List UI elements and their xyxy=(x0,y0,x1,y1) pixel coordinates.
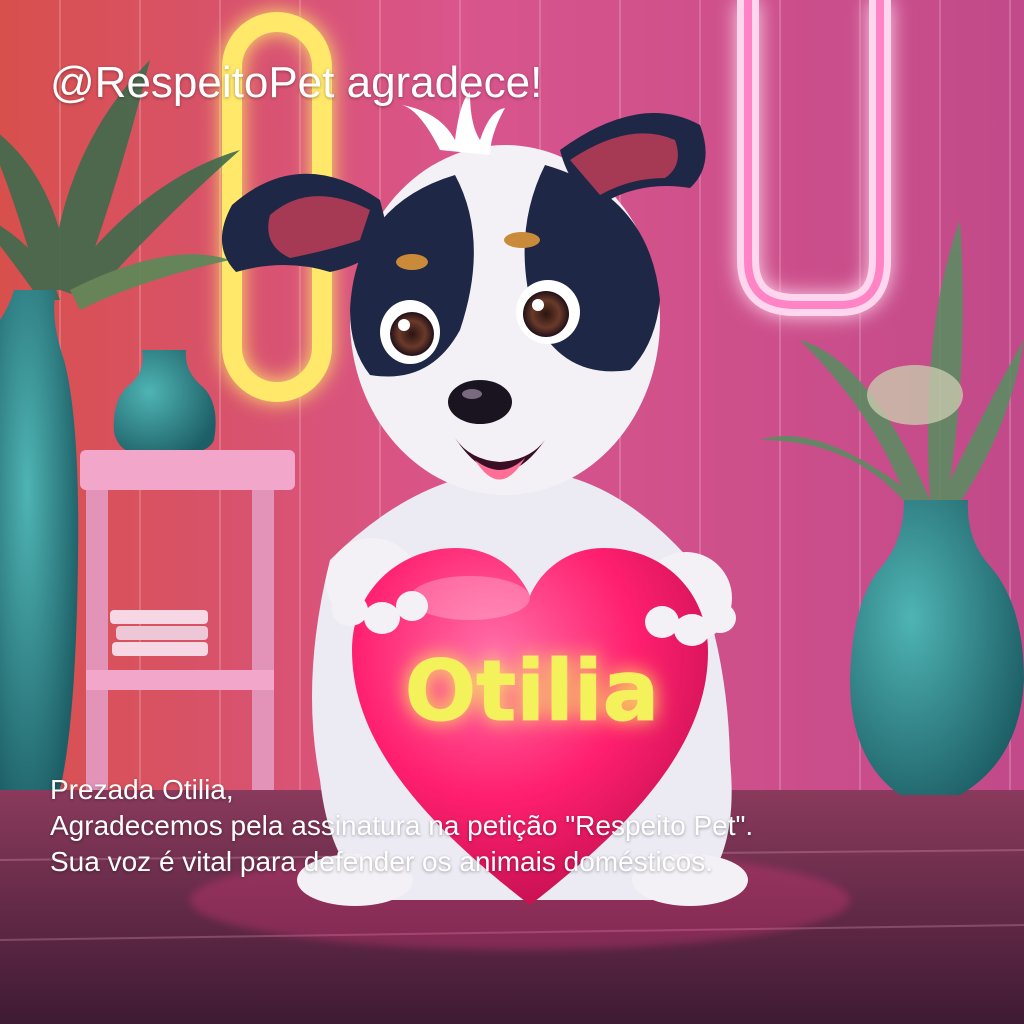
thank-you-message: Prezada Otilia, Agradecemos pela assinat… xyxy=(50,772,753,880)
greeting-line: Prezada Otilia, xyxy=(50,774,234,805)
greeting-card: Otilia @RespeitoPet agradece! Prezada Ot… xyxy=(0,0,1024,1024)
message-line-2: Sua voz é vital para defender os animais… xyxy=(50,846,714,877)
nose xyxy=(448,380,512,424)
heart-name: Otilia xyxy=(405,642,660,740)
headline: @RespeitoPet agradece! xyxy=(50,58,543,107)
message-line-1: Agradecemos pela assinatura na petição "… xyxy=(50,810,754,841)
